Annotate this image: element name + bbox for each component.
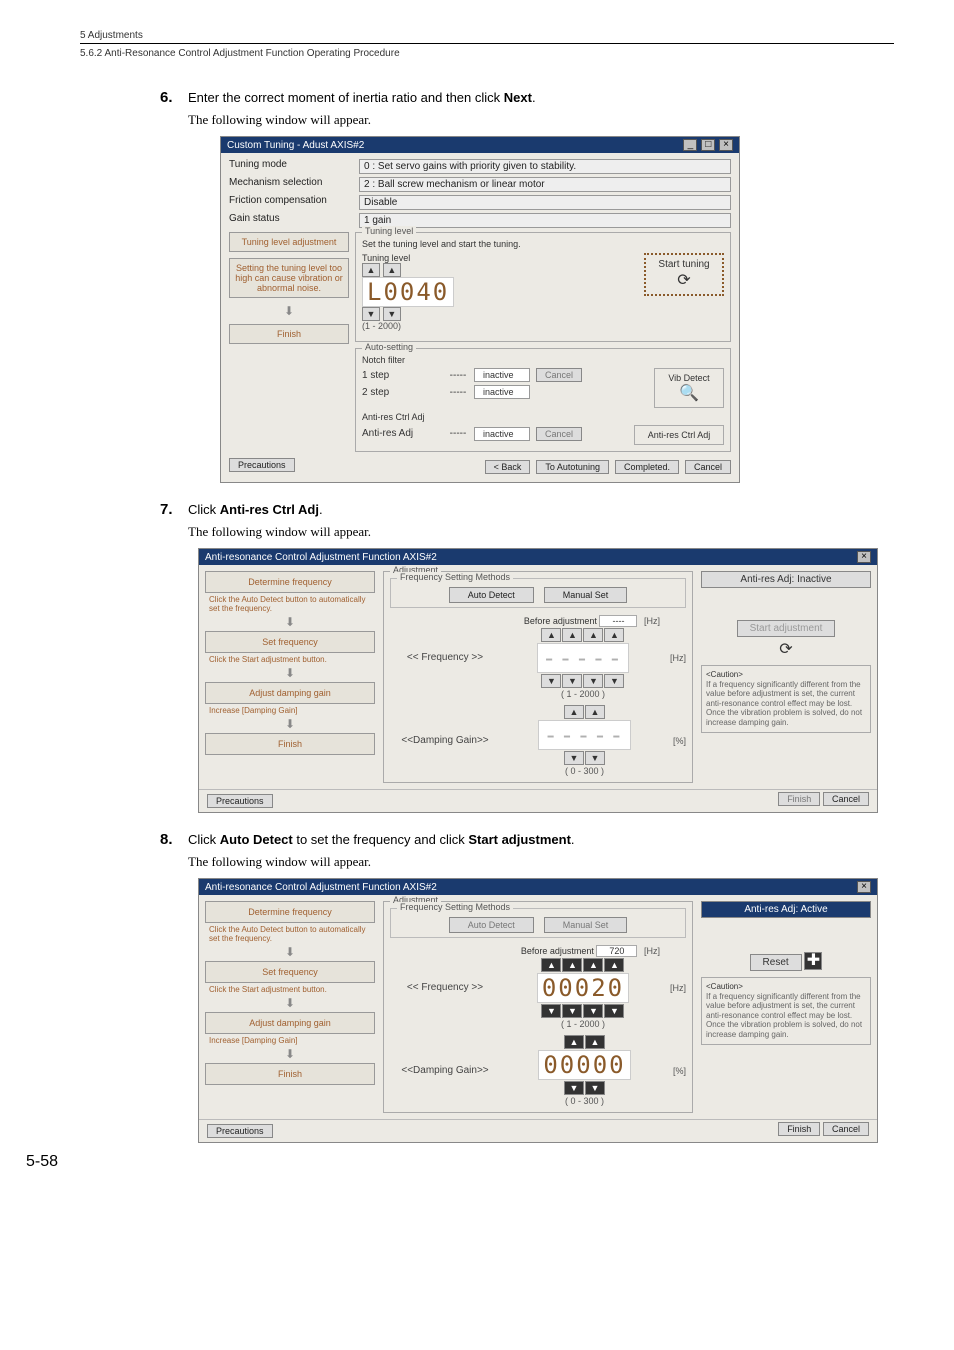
finish-button[interactable]: Finish xyxy=(778,792,820,806)
flow-note-2: Click the Start adjustment button. xyxy=(205,655,375,664)
status-badge: Anti-res Adj: Active xyxy=(701,901,871,918)
doc-subsection: 5.6.2 Anti-Resonance Control Adjustment … xyxy=(80,48,894,59)
anti-resonance-window-2: Anti-resonance Control Adjustment Functi… xyxy=(198,878,878,1143)
flow-setting-note: Setting the tuning level too high can ca… xyxy=(229,258,349,298)
tuning-mode: 0 : Set servo gains with priority given … xyxy=(359,159,731,174)
flow-setfreq: Set frequency xyxy=(205,961,375,983)
caution-box: <Caution> If a frequency significantly d… xyxy=(701,665,871,733)
auto-detect-button: Auto Detect xyxy=(449,917,534,933)
up-btn[interactable]: ▲ xyxy=(362,263,380,277)
freq-channel[interactable]: << Frequency >> xyxy=(390,652,500,663)
win2-title: Anti-resonance Control Adjustment Functi… xyxy=(205,552,437,563)
anti-res-ctrl-adj-button[interactable]: Anti-res Ctrl Adj xyxy=(634,425,724,445)
flow-tuning-level: Tuning level adjustment xyxy=(229,232,349,252)
anti-resonance-window-1: Anti-resonance Control Adjustment Functi… xyxy=(198,548,878,813)
flow-finish: Finish xyxy=(205,733,375,755)
step-num-6: 6. xyxy=(160,89,188,106)
up-btn[interactable]: ▲ xyxy=(383,263,401,277)
max-icon[interactable]: □ xyxy=(701,139,715,151)
step-num-8: 8. xyxy=(160,831,188,848)
freq-display: 00020 xyxy=(537,973,629,1003)
step1-status: inactive xyxy=(474,368,530,382)
flow-determine: Determine frequency xyxy=(205,901,375,923)
win3-title: Anti-resonance Control Adjustment Functi… xyxy=(205,882,437,893)
tuning-level-display: L0040 xyxy=(362,277,454,307)
cancel-btn[interactable]: Cancel xyxy=(536,368,582,382)
step-num-7: 7. xyxy=(160,501,188,518)
step2-status: inactive xyxy=(474,385,530,399)
friction: Disable xyxy=(359,195,731,210)
damp-channel[interactable]: <<Damping Gain>> xyxy=(390,1065,500,1076)
before-freq: ---- xyxy=(599,615,637,627)
manual-set-button: Manual Set xyxy=(544,917,628,933)
precautions-button[interactable]: Precautions xyxy=(207,794,273,808)
close-icon[interactable]: × xyxy=(857,551,871,563)
down-arrow-icon: ⬇ xyxy=(229,304,349,318)
flow-determine: Determine frequency xyxy=(205,571,375,593)
step-sub-8: The following window will appear. xyxy=(188,854,894,870)
down-btn[interactable]: ▼ xyxy=(362,307,380,321)
titlebar: Custom Tuning - Adust AXIS#2 _ □ × xyxy=(221,137,739,153)
damp-display: ----- xyxy=(538,720,630,750)
min-icon[interactable]: _ xyxy=(683,139,697,151)
close-icon[interactable]: × xyxy=(719,139,733,151)
doc-section: 5 Adjustments xyxy=(80,30,894,41)
step-sub-7: The following window will appear. xyxy=(188,524,894,540)
completed-button[interactable]: Completed. xyxy=(615,460,679,474)
page-number: 5-58 xyxy=(26,1153,58,1171)
start-adjustment-button[interactable]: Start adjustment xyxy=(737,620,836,637)
damp-channel[interactable]: <<Damping Gain>> xyxy=(390,735,500,746)
step-sub-6: The following window will appear. xyxy=(188,112,894,128)
flow-note-3: Increase [Damping Gain] xyxy=(205,706,375,715)
cancel-btn[interactable]: Cancel xyxy=(536,427,582,441)
step-text-6: Enter the correct moment of inertia rati… xyxy=(188,89,536,106)
precautions-button[interactable]: Precautions xyxy=(207,1124,273,1138)
precautions-button[interactable]: Precautions xyxy=(229,458,295,472)
win1-title: Custom Tuning - Adust AXIS#2 xyxy=(227,140,364,151)
anti-res-status: inactive xyxy=(474,427,530,441)
start-tuning-button[interactable]: Start tuning ⟳ xyxy=(644,253,724,296)
flow-setfreq: Set frequency xyxy=(205,631,375,653)
mechanism: 2 : Ball screw mechanism or linear motor xyxy=(359,177,731,192)
damp-display: 00000 xyxy=(538,1050,630,1080)
status-badge: Anti-res Adj: Inactive xyxy=(701,571,871,588)
flow-adjust: Adjust damping gain xyxy=(205,682,375,704)
flow-note-1: Click the Auto Detect button to automati… xyxy=(205,595,375,613)
freq-channel[interactable]: << Frequency >> xyxy=(390,982,500,993)
caution-box: <Caution> If a frequency significantly d… xyxy=(701,977,871,1045)
manual-set-button[interactable]: Manual Set xyxy=(544,587,628,603)
down-btn[interactable]: ▼ xyxy=(383,307,401,321)
flow-finish: Finish xyxy=(229,324,349,344)
cancel-button[interactable]: Cancel xyxy=(823,1122,869,1136)
auto-detect-button[interactable]: Auto Detect xyxy=(449,587,534,603)
before-freq: 720 xyxy=(596,945,637,957)
cancel-button[interactable]: Cancel xyxy=(823,792,869,806)
finish-button[interactable]: Finish xyxy=(778,1122,820,1136)
cancel-button[interactable]: Cancel xyxy=(685,460,731,474)
step-text-8: Click Auto Detect to set the frequency a… xyxy=(188,831,575,848)
freq-display: ----- xyxy=(537,643,629,673)
flow-adjust: Adjust damping gain xyxy=(205,1012,375,1034)
vib-detect: Vib Detect 🔍 xyxy=(654,368,724,408)
close-icon[interactable]: × xyxy=(857,881,871,893)
back-button[interactable]: < Back xyxy=(485,460,531,474)
step-text-7: Click Anti-res Ctrl Adj. xyxy=(188,501,323,518)
autotuning-button[interactable]: To Autotuning xyxy=(536,460,609,474)
reset-button[interactable]: Reset xyxy=(750,954,802,971)
flow-finish: Finish xyxy=(205,1063,375,1085)
custom-tuning-window: Custom Tuning - Adust AXIS#2 _ □ × Tunin… xyxy=(220,136,740,483)
